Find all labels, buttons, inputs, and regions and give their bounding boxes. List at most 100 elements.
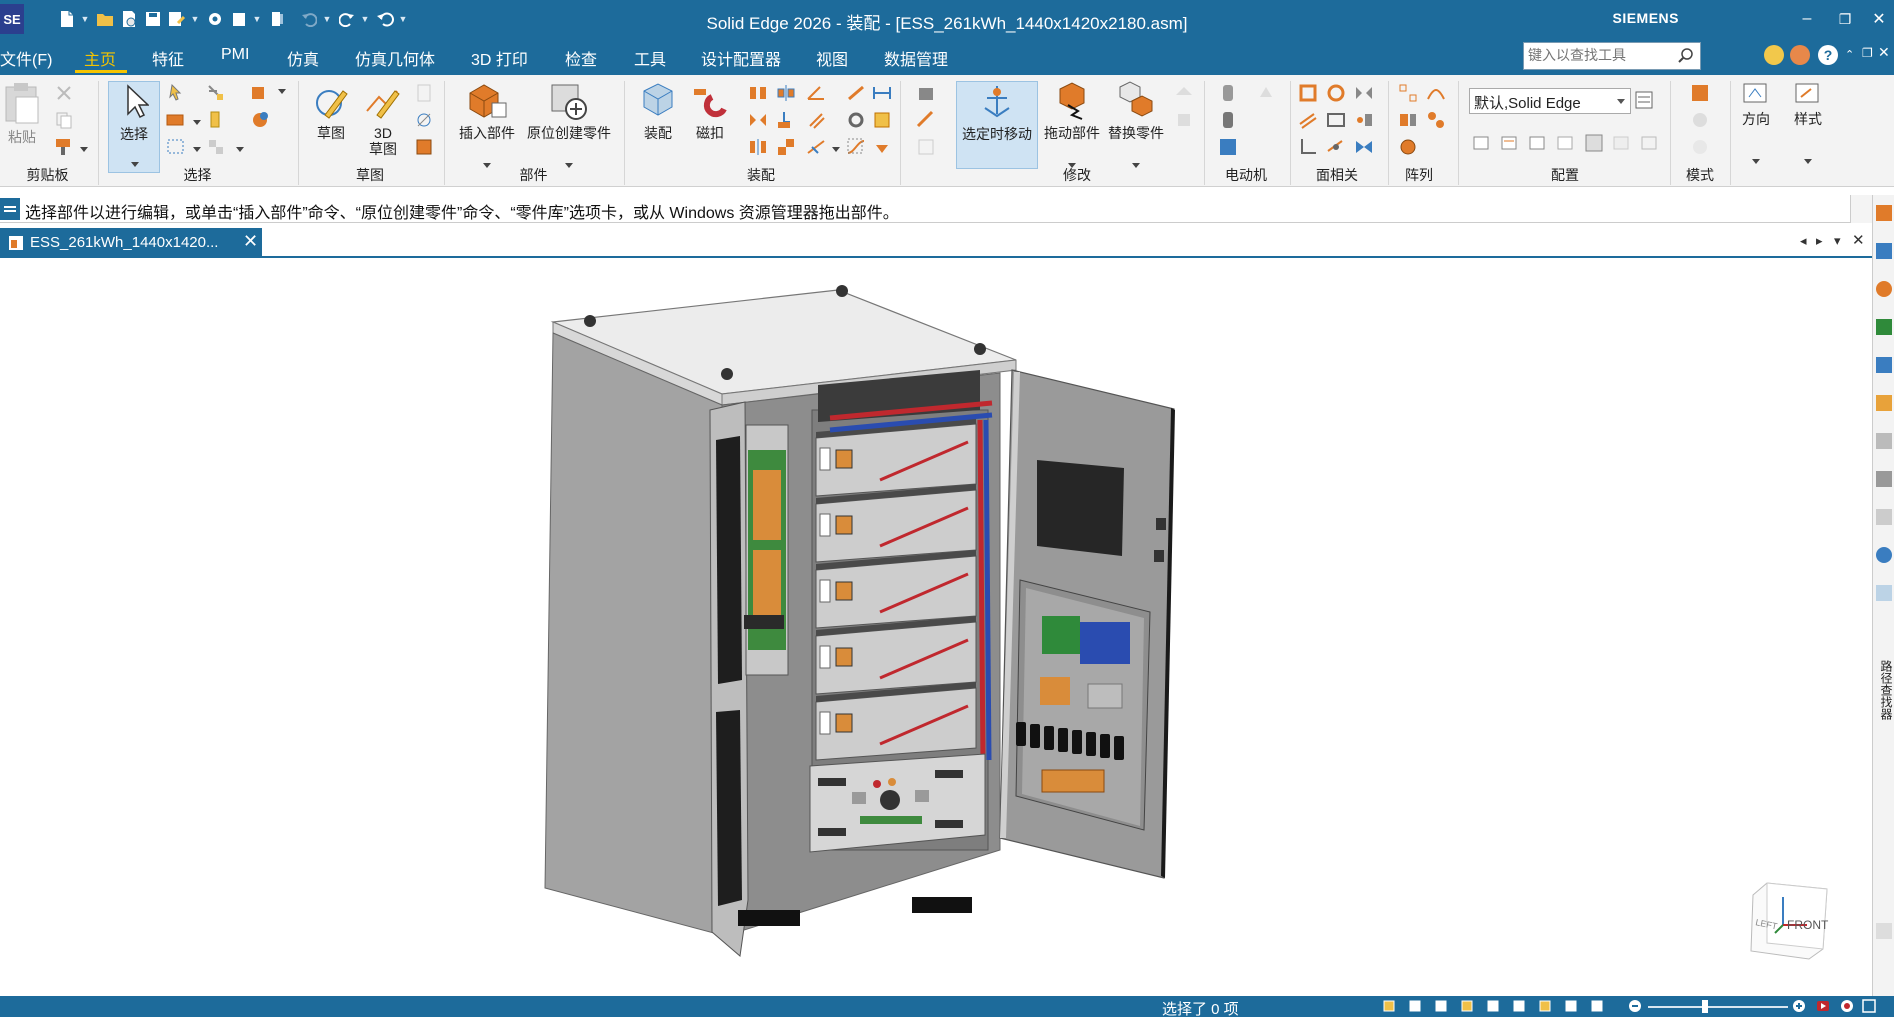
tab-tools[interactable]: 工具 [634,46,666,70]
sketch-solid-icon[interactable] [414,137,434,157]
smile-feedback-icon[interactable] [1764,45,1784,65]
tab-inspect[interactable]: 检查 [565,46,597,70]
doc-restore-icon[interactable]: ❐ [1862,46,1873,60]
zoom-slider-track[interactable] [1648,1006,1788,1008]
ribbon-minimize-icon[interactable]: ⌃ [1845,48,1854,61]
chevron-down-icon[interactable] [236,147,244,152]
shaded-view-icon[interactable] [1538,999,1552,1013]
zoom-slider-thumb[interactable] [1702,1000,1708,1013]
config-table-icon[interactable] [1584,133,1604,153]
record-video-icon[interactable] [1816,999,1830,1013]
select-filter-icon[interactable] [206,83,226,103]
tab-features[interactable]: 特征 [152,46,184,70]
chevron-down-icon[interactable] [832,147,840,152]
paste-button[interactable]: 粘贴 [0,81,44,145]
zoom-in-icon[interactable] [1792,999,1806,1013]
document-tab[interactable]: ESS_261kWh_1440x1420... ✕ [0,228,262,258]
recent-files-icon[interactable] [118,8,140,30]
door-electrical-panel[interactable] [1015,579,1151,831]
reuse-icon[interactable] [1876,509,1892,525]
tab-simulation[interactable]: 仿真 [287,46,319,70]
face-rigid-icon[interactable] [1326,137,1346,157]
pathfinder-icon[interactable] [1876,585,1892,601]
menu-file[interactable]: 文件(F) [0,46,52,70]
fullscreen-icon[interactable] [1862,999,1876,1013]
redo-icon[interactable] [336,8,358,30]
select-tool-icon[interactable] [166,83,186,103]
face-symmetric-icon[interactable] [1354,137,1374,157]
chevron-down-icon[interactable] [1617,99,1625,104]
config-display-icon[interactable] [1556,133,1576,153]
tools-icon[interactable] [1876,281,1892,297]
stack-icon[interactable] [1876,471,1892,487]
face-parallel-icon[interactable] [1298,110,1318,130]
mode-limited-icon[interactable] [1690,110,1710,130]
cut-icon[interactable] [54,83,74,103]
zoom-area-icon[interactable] [1408,999,1422,1013]
tab-view[interactable]: 视图 [816,46,848,70]
mate-icon[interactable] [748,83,768,103]
dock-extra-icon[interactable] [1876,923,1892,939]
look-at-icon[interactable] [1512,999,1526,1013]
style-button[interactable]: 样式 [1786,81,1830,164]
chevron-down-icon[interactable]: ▼ [398,14,408,24]
box-select-icon[interactable] [166,137,186,157]
chevron-down-icon[interactable]: ▼ [190,14,200,24]
simplify-icon[interactable] [916,137,936,157]
replace-part-button[interactable]: 替换零件 [1104,81,1168,168]
rigid-set-icon[interactable] [872,110,892,130]
drag-component-button[interactable]: 拖动部件 [1040,81,1104,168]
tab-list-icon[interactable]: ▾ [1834,233,1841,249]
face-tangent-icon[interactable] [1354,110,1374,130]
command-search[interactable] [1523,42,1701,70]
zoom-icon[interactable] [1434,999,1448,1013]
config-new-icon[interactable] [1500,133,1520,153]
face-concentric-icon[interactable] [1326,83,1346,103]
help-icon[interactable]: ? [1818,45,1838,65]
sensor-icon[interactable] [916,83,936,103]
layers-icon[interactable] [1876,243,1892,259]
face-offset-icon[interactable] [1298,83,1318,103]
chevron-down-icon[interactable] [278,89,286,94]
sketch-view-icon[interactable] [414,83,434,103]
open-folder-icon[interactable] [94,8,116,30]
doc-close-icon[interactable]: ✕ [1878,44,1890,61]
config-manager-icon[interactable] [1634,90,1654,110]
prompt-menu-icon[interactable] [0,198,20,220]
cam-icon[interactable] [806,137,826,157]
tab-design-configurator[interactable]: 设计配置器 [701,46,781,70]
insert-relation-icon[interactable] [776,110,796,130]
record-icon[interactable] [1840,999,1854,1013]
app-logo[interactable]: SE [0,4,24,34]
pattern-along-curve-icon[interactable] [1426,83,1446,103]
chevron-down-icon[interactable] [193,120,201,125]
insert-part-button[interactable]: 插入部件 [454,81,520,168]
angle-icon[interactable] [806,83,826,103]
planar-icon[interactable] [846,83,866,103]
gear-relation-icon[interactable] [846,110,866,130]
restore-button[interactable]: ❐ [1830,6,1860,32]
face-coplanar-icon[interactable] [1326,110,1346,130]
undo-icon[interactable] [298,8,320,30]
tab-scroll-right-icon[interactable]: ▸ [1816,233,1823,249]
close-document-icon[interactable]: ✕ [1852,231,1865,249]
move-on-select-button[interactable]: 选定时移动 [956,81,1038,169]
sketch-button[interactable]: 草图 [308,81,354,141]
config-save-icon[interactable] [1640,133,1660,153]
sensor-tab-icon[interactable] [1876,433,1892,449]
close-tab-button[interactable]: ✕ [243,231,258,252]
simulate-motor-icon[interactable] [1218,110,1238,130]
zoom-out-icon[interactable] [1628,999,1642,1013]
save-as-icon[interactable] [166,8,188,30]
configuration-select[interactable]: 默认,Solid Edge [1469,88,1631,114]
chevron-down-icon[interactable] [1804,159,1812,164]
chevron-down-icon[interactable]: ▼ [252,14,262,24]
control-panel[interactable] [809,753,986,853]
view-style-icon[interactable] [1590,999,1604,1013]
magnet-button[interactable]: 磁扣 [688,81,732,141]
pathfinder-tab-label[interactable]: 路径查找器 [1875,660,1893,720]
face-perpendicular-icon[interactable] [1298,137,1318,157]
chevron-down-icon[interactable] [80,147,88,152]
pattern-gear-icon[interactable] [1398,137,1418,157]
gear-icon[interactable] [204,8,226,30]
